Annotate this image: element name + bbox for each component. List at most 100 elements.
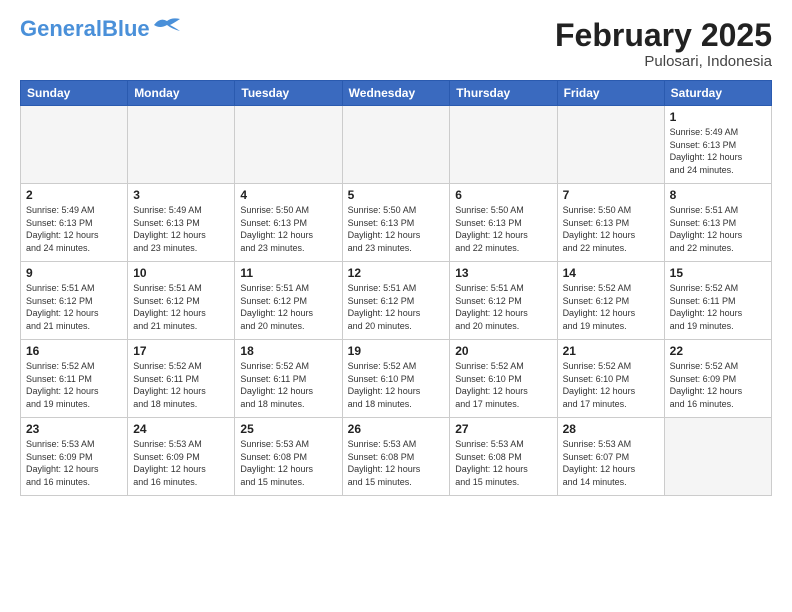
day-info: Sunrise: 5:53 AM Sunset: 6:09 PM Dayligh… bbox=[133, 438, 229, 488]
table-row: 11 Sunrise: 5:51 AM Sunset: 6:12 PM Dayli… bbox=[235, 262, 342, 340]
calendar-week-row: 2 Sunrise: 5:49 AM Sunset: 6:13 PM Daylig… bbox=[21, 184, 772, 262]
day-info: Sunrise: 5:50 AM Sunset: 6:13 PM Dayligh… bbox=[348, 204, 445, 254]
day-number: 26 bbox=[348, 422, 445, 436]
day-info: Sunrise: 5:50 AM Sunset: 6:13 PM Dayligh… bbox=[455, 204, 551, 254]
day-number: 17 bbox=[133, 344, 229, 358]
page: GeneralBlue February 2025 Pulosari, Indo… bbox=[0, 0, 792, 506]
calendar-header-row: Sunday Monday Tuesday Wednesday Thursday… bbox=[21, 81, 772, 106]
day-info: Sunrise: 5:53 AM Sunset: 6:08 PM Dayligh… bbox=[455, 438, 551, 488]
logo-text: GeneralBlue bbox=[20, 18, 150, 40]
day-info: Sunrise: 5:52 AM Sunset: 6:12 PM Dayligh… bbox=[563, 282, 659, 332]
table-row: 20Sunrise: 5:52 AM Sunset: 6:10 PM Dayli… bbox=[450, 340, 557, 418]
table-row: 7 Sunrise: 5:50 AM Sunset: 6:13 PM Daylig… bbox=[557, 184, 664, 262]
col-thursday: Thursday bbox=[450, 81, 557, 106]
calendar-table: Sunday Monday Tuesday Wednesday Thursday… bbox=[20, 80, 772, 496]
table-row: 1 Sunrise: 5:49 AM Sunset: 6:13 PM Daylig… bbox=[664, 106, 771, 184]
calendar-week-row: 23 Sunrise: 5:53 AM Sunset: 6:09 PM Dayli… bbox=[21, 418, 772, 496]
day-info: Sunrise: 5:51 AM Sunset: 6:12 PM Dayligh… bbox=[455, 282, 551, 332]
day-number: 28 bbox=[563, 422, 659, 436]
table-row: 26 Sunrise: 5:53 AM Sunset: 6:08 PM Dayli… bbox=[342, 418, 450, 496]
table-row bbox=[235, 106, 342, 184]
table-row: 23Sunrise: 5:53 AM Sunset: 6:09 PM Dayli… bbox=[21, 418, 128, 496]
day-number: 6 bbox=[455, 188, 551, 202]
table-row bbox=[450, 106, 557, 184]
day-number: 10 bbox=[133, 266, 229, 280]
logo-blue: Blue bbox=[102, 16, 150, 41]
header: GeneralBlue February 2025 Pulosari, Indo… bbox=[20, 18, 772, 70]
table-row: 24 Sunrise: 5:53 AM Sunset: 6:09 PM Dayli… bbox=[128, 418, 235, 496]
table-row: 2 Sunrise: 5:49 AM Sunset: 6:13 PM Daylig… bbox=[21, 184, 128, 262]
month-title: February 2025 bbox=[555, 18, 772, 53]
day-info: Sunrise: 5:52 AM Sunset: 6:11 PM Dayligh… bbox=[133, 360, 229, 410]
day-number: 27 bbox=[455, 422, 551, 436]
table-row bbox=[21, 106, 128, 184]
table-row: 22 Sunrise: 5:52 AM Sunset: 6:09 PM Dayli… bbox=[664, 340, 771, 418]
table-row: 4Sunrise: 5:50 AM Sunset: 6:13 PM Daylig… bbox=[235, 184, 342, 262]
day-number: 19 bbox=[348, 344, 445, 358]
day-number: 5 bbox=[348, 188, 445, 202]
day-number: 15 bbox=[670, 266, 766, 280]
calendar-week-row: 16 Sunrise: 5:52 AM Sunset: 6:11 PM Dayli… bbox=[21, 340, 772, 418]
table-row: 3 Sunrise: 5:49 AM Sunset: 6:13 PM Daylig… bbox=[128, 184, 235, 262]
logo-general: General bbox=[20, 16, 102, 41]
col-friday: Friday bbox=[557, 81, 664, 106]
day-info: Sunrise: 5:52 AM Sunset: 6:09 PM Dayligh… bbox=[670, 360, 766, 410]
day-number: 25 bbox=[240, 422, 336, 436]
day-number: 1 bbox=[670, 110, 766, 124]
calendar-week-row: 9 Sunrise: 5:51 AM Sunset: 6:12 PM Daylig… bbox=[21, 262, 772, 340]
table-row: 14Sunrise: 5:52 AM Sunset: 6:12 PM Dayli… bbox=[557, 262, 664, 340]
logo-bird-icon bbox=[152, 15, 182, 35]
title-block: February 2025 Pulosari, Indonesia bbox=[555, 18, 772, 70]
day-number: 12 bbox=[348, 266, 445, 280]
day-info: Sunrise: 5:52 AM Sunset: 6:10 PM Dayligh… bbox=[348, 360, 445, 410]
col-wednesday: Wednesday bbox=[342, 81, 450, 106]
table-row: 8 Sunrise: 5:51 AM Sunset: 6:13 PM Daylig… bbox=[664, 184, 771, 262]
day-info: Sunrise: 5:49 AM Sunset: 6:13 PM Dayligh… bbox=[26, 204, 122, 254]
day-info: Sunrise: 5:53 AM Sunset: 6:08 PM Dayligh… bbox=[348, 438, 445, 488]
table-row: 27 Sunrise: 5:53 AM Sunset: 6:08 PM Dayli… bbox=[450, 418, 557, 496]
day-info: Sunrise: 5:49 AM Sunset: 6:13 PM Dayligh… bbox=[133, 204, 229, 254]
table-row: 18Sunrise: 5:52 AM Sunset: 6:11 PM Dayli… bbox=[235, 340, 342, 418]
day-info: Sunrise: 5:53 AM Sunset: 6:08 PM Dayligh… bbox=[240, 438, 336, 488]
table-row: 6 Sunrise: 5:50 AM Sunset: 6:13 PM Daylig… bbox=[450, 184, 557, 262]
table-row: 16Sunrise: 5:52 AM Sunset: 6:11 PM Dayli… bbox=[21, 340, 128, 418]
location-subtitle: Pulosari, Indonesia bbox=[555, 53, 772, 70]
day-number: 21 bbox=[563, 344, 659, 358]
table-row bbox=[557, 106, 664, 184]
col-monday: Monday bbox=[128, 81, 235, 106]
col-tuesday: Tuesday bbox=[235, 81, 342, 106]
day-info: Sunrise: 5:51 AM Sunset: 6:12 PM Dayligh… bbox=[240, 282, 336, 332]
day-info: Sunrise: 5:49 AM Sunset: 6:13 PM Dayligh… bbox=[670, 126, 766, 176]
calendar-week-row: 1 Sunrise: 5:49 AM Sunset: 6:13 PM Daylig… bbox=[21, 106, 772, 184]
day-number: 23 bbox=[26, 422, 122, 436]
day-number: 8 bbox=[670, 188, 766, 202]
day-number: 18 bbox=[240, 344, 336, 358]
table-row: 17 Sunrise: 5:52 AM Sunset: 6:11 PM Dayli… bbox=[128, 340, 235, 418]
day-number: 2 bbox=[26, 188, 122, 202]
table-row bbox=[342, 106, 450, 184]
day-number: 22 bbox=[670, 344, 766, 358]
day-info: Sunrise: 5:50 AM Sunset: 6:13 PM Dayligh… bbox=[240, 204, 336, 254]
table-row: 28Sunrise: 5:53 AM Sunset: 6:07 PM Dayli… bbox=[557, 418, 664, 496]
col-sunday: Sunday bbox=[21, 81, 128, 106]
table-row: 5 Sunrise: 5:50 AM Sunset: 6:13 PM Daylig… bbox=[342, 184, 450, 262]
day-number: 24 bbox=[133, 422, 229, 436]
day-number: 11 bbox=[240, 266, 336, 280]
day-info: Sunrise: 5:52 AM Sunset: 6:10 PM Dayligh… bbox=[455, 360, 551, 410]
table-row: 9Sunrise: 5:51 AM Sunset: 6:12 PM Daylig… bbox=[21, 262, 128, 340]
col-saturday: Saturday bbox=[664, 81, 771, 106]
day-info: Sunrise: 5:50 AM Sunset: 6:13 PM Dayligh… bbox=[563, 204, 659, 254]
day-number: 13 bbox=[455, 266, 551, 280]
table-row: 25 Sunrise: 5:53 AM Sunset: 6:08 PM Dayli… bbox=[235, 418, 342, 496]
table-row: 10 Sunrise: 5:51 AM Sunset: 6:12 PM Dayli… bbox=[128, 262, 235, 340]
table-row bbox=[128, 106, 235, 184]
day-number: 7 bbox=[563, 188, 659, 202]
table-row: 21Sunrise: 5:52 AM Sunset: 6:10 PM Dayli… bbox=[557, 340, 664, 418]
day-info: Sunrise: 5:52 AM Sunset: 6:11 PM Dayligh… bbox=[670, 282, 766, 332]
day-number: 9 bbox=[26, 266, 122, 280]
day-info: Sunrise: 5:51 AM Sunset: 6:13 PM Dayligh… bbox=[670, 204, 766, 254]
day-number: 3 bbox=[133, 188, 229, 202]
day-number: 16 bbox=[26, 344, 122, 358]
day-info: Sunrise: 5:51 AM Sunset: 6:12 PM Dayligh… bbox=[133, 282, 229, 332]
table-row: 13 Sunrise: 5:51 AM Sunset: 6:12 PM Dayli… bbox=[450, 262, 557, 340]
